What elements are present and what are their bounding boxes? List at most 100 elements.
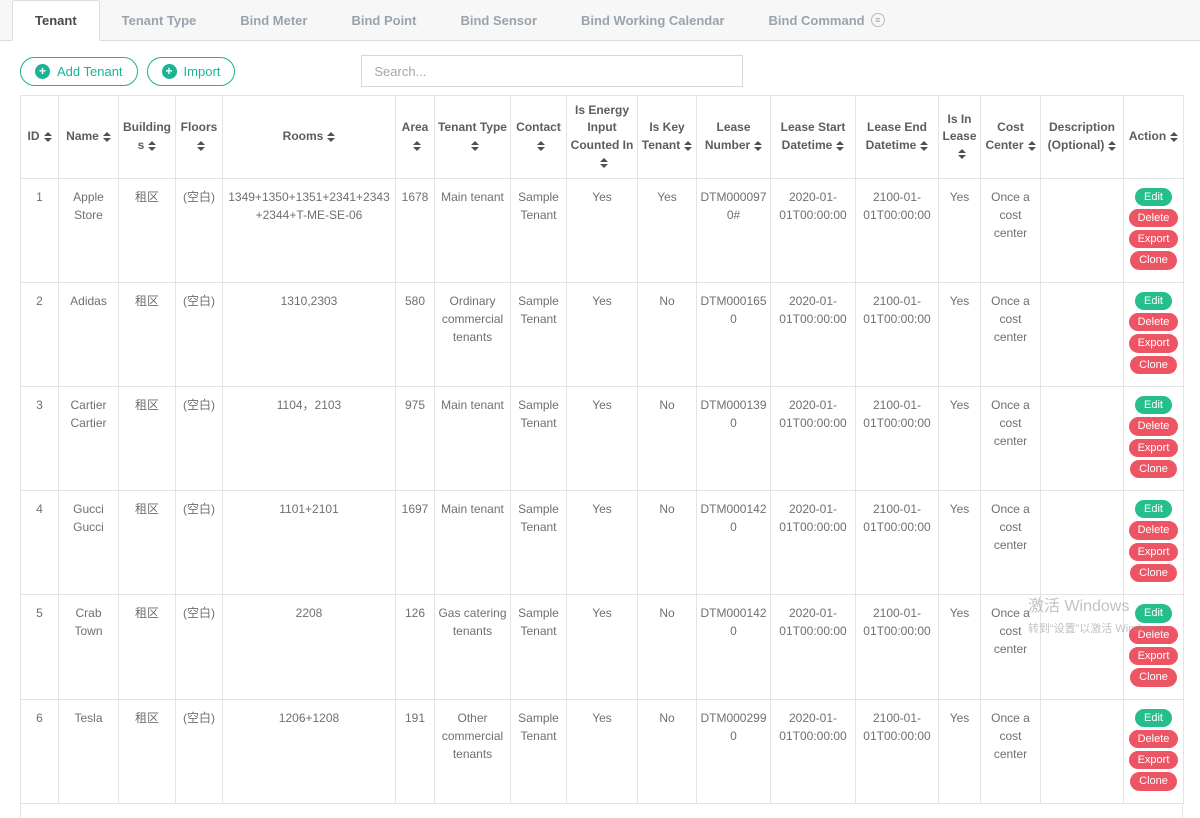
cell-rooms: 1206+1208: [223, 699, 396, 803]
table-header-row: IDNameBuildingsFloorsRoomsAreaTenant Typ…: [21, 96, 1184, 179]
cell-lease_number: DTM0001390: [697, 386, 771, 490]
tab-bind-point[interactable]: Bind Point: [329, 0, 438, 40]
edit-button[interactable]: Edit: [1135, 188, 1172, 206]
clone-button[interactable]: Clone: [1130, 772, 1177, 790]
cell-tenant_type: Other commercial tenants: [435, 699, 511, 803]
clone-button[interactable]: Clone: [1130, 668, 1177, 686]
column-header-lease_number[interactable]: Lease Number: [697, 96, 771, 179]
search-input[interactable]: [361, 55, 743, 87]
cell-lease_start: 2020-01-01T00:00:00: [771, 595, 856, 699]
column-header-buildings[interactable]: Buildings: [119, 96, 176, 179]
column-header-id[interactable]: ID: [21, 96, 59, 179]
cell-id: 2: [21, 282, 59, 386]
column-label: Tenant Type: [438, 120, 507, 134]
cell-cost_center: Once a cost center: [981, 595, 1041, 699]
column-header-tenant_type[interactable]: Tenant Type: [435, 96, 511, 179]
cell-buildings: 租区: [119, 595, 176, 699]
delete-button[interactable]: Delete: [1129, 417, 1179, 435]
column-header-lease_start[interactable]: Lease Start Datetime: [771, 96, 856, 179]
cell-floors: (空白): [176, 282, 223, 386]
sort-icon: [836, 141, 844, 151]
column-header-rooms[interactable]: Rooms: [223, 96, 396, 179]
cell-description: [1041, 699, 1124, 803]
cell-name: Apple Store: [59, 178, 119, 282]
cell-id: 3: [21, 386, 59, 490]
column-header-description[interactable]: Description (Optional): [1041, 96, 1124, 179]
edit-button[interactable]: Edit: [1135, 396, 1172, 414]
clone-button[interactable]: Clone: [1130, 460, 1177, 478]
cell-cost_center: Once a cost center: [981, 699, 1041, 803]
cell-cost_center: Once a cost center: [981, 491, 1041, 595]
delete-button[interactable]: Delete: [1129, 521, 1179, 539]
column-header-contact[interactable]: Contact: [511, 96, 567, 179]
delete-button[interactable]: Delete: [1129, 730, 1179, 748]
tab-label: Bind Meter: [240, 13, 307, 28]
cell-description: [1041, 491, 1124, 595]
column-header-floors[interactable]: Floors: [176, 96, 223, 179]
export-button[interactable]: Export: [1129, 751, 1179, 769]
import-button[interactable]: + Import: [147, 57, 236, 86]
clone-button[interactable]: Clone: [1130, 251, 1177, 269]
export-button[interactable]: Export: [1129, 230, 1179, 248]
tab-bind-sensor[interactable]: Bind Sensor: [438, 0, 559, 40]
cell-lease_end: 2100-01-01T00:00:00: [856, 178, 939, 282]
delete-button[interactable]: Delete: [1129, 209, 1179, 227]
sort-icon: [197, 141, 205, 151]
tab-bind-meter[interactable]: Bind Meter: [218, 0, 329, 40]
cell-description: [1041, 595, 1124, 699]
sort-icon: [537, 141, 545, 151]
cell-name: Crab Town: [59, 595, 119, 699]
cell-area: 580: [396, 282, 435, 386]
edit-button[interactable]: Edit: [1135, 604, 1172, 622]
cell-energy_counted: Yes: [567, 386, 638, 490]
cell-id: 5: [21, 595, 59, 699]
column-header-lease_end[interactable]: Lease End Datetime: [856, 96, 939, 179]
cell-rooms: 1104，2103: [223, 386, 396, 490]
cell-name: Adidas: [59, 282, 119, 386]
tab-bind-working-calendar[interactable]: Bind Working Calendar: [559, 0, 747, 40]
clone-button[interactable]: Clone: [1130, 356, 1177, 374]
column-header-area[interactable]: Area: [396, 96, 435, 179]
tab-bind-command[interactable]: Bind Command≡: [747, 0, 907, 40]
column-header-name[interactable]: Name: [59, 96, 119, 179]
cell-energy_counted: Yes: [567, 178, 638, 282]
edit-button[interactable]: Edit: [1135, 709, 1172, 727]
cell-energy_counted: Yes: [567, 699, 638, 803]
cell-lease_end: 2100-01-01T00:00:00: [856, 386, 939, 490]
tab-tenant[interactable]: Tenant: [12, 0, 100, 41]
edit-button[interactable]: Edit: [1135, 500, 1172, 518]
column-header-cost_center[interactable]: Cost Center: [981, 96, 1041, 179]
toolbar: + Add Tenant + Import: [20, 55, 1180, 87]
column-header-energy_counted[interactable]: Is Energy Input Counted In: [567, 96, 638, 179]
plus-icon: +: [35, 64, 50, 79]
cell-contact: Sample Tenant: [511, 282, 567, 386]
add-tenant-button[interactable]: + Add Tenant: [20, 57, 138, 86]
tab-label: Bind Point: [351, 13, 416, 28]
export-button[interactable]: Export: [1129, 334, 1179, 352]
column-header-action[interactable]: Action: [1124, 96, 1184, 179]
plus-icon: +: [162, 64, 177, 79]
export-button[interactable]: Export: [1129, 647, 1179, 665]
delete-button[interactable]: Delete: [1129, 313, 1179, 331]
tab-label: Bind Command: [769, 13, 865, 28]
cell-floors: (空白): [176, 386, 223, 490]
edit-button[interactable]: Edit: [1135, 292, 1172, 310]
cell-lease_start: 2020-01-01T00:00:00: [771, 491, 856, 595]
column-header-key_tenant[interactable]: Is Key Tenant: [638, 96, 697, 179]
cell-area: 1697: [396, 491, 435, 595]
tab-tenant-type[interactable]: Tenant Type: [100, 0, 219, 40]
cell-description: [1041, 386, 1124, 490]
export-button[interactable]: Export: [1129, 439, 1179, 457]
delete-button[interactable]: Delete: [1129, 626, 1179, 644]
cell-tenant_type: Ordinary commercial tenants: [435, 282, 511, 386]
sort-icon: [327, 132, 335, 142]
export-button[interactable]: Export: [1129, 543, 1179, 561]
cell-rooms: 1349+1350+1351+2341+2343+2344+T-ME-SE-06: [223, 178, 396, 282]
sort-icon: [471, 141, 479, 151]
table-row: 5Crab Town租区(空白)2208126Gas catering tena…: [21, 595, 1184, 699]
column-header-in_lease[interactable]: Is In Lease: [939, 96, 981, 179]
cell-lease_end: 2100-01-01T00:00:00: [856, 595, 939, 699]
clone-button[interactable]: Clone: [1130, 564, 1177, 582]
cell-contact: Sample Tenant: [511, 595, 567, 699]
column-label: Contact: [516, 120, 561, 134]
